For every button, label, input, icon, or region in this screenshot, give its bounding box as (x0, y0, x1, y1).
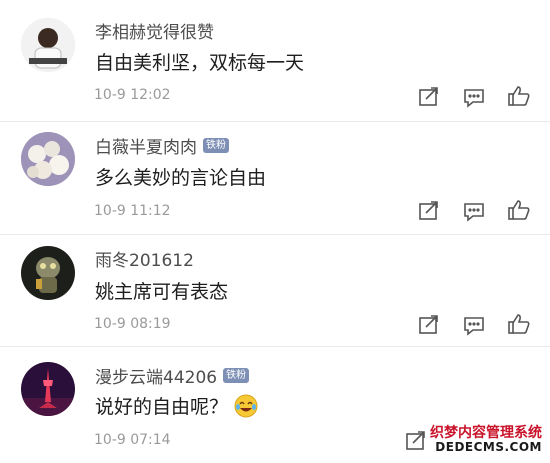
watermark-domain: DEDECMS.COM (435, 440, 542, 455)
like-icon[interactable] (507, 84, 531, 108)
comment-text: 多么美妙的言论自由 (95, 167, 267, 189)
comment-item: 李相赫觉得很赞 自由美利坚，双标每一天 10-9 12:02 (0, 0, 550, 121)
comment-text: 姚主席可有表态 (95, 281, 229, 303)
comment-icon[interactable] (462, 199, 486, 223)
like-icon[interactable] (507, 198, 531, 222)
repost-icon[interactable] (417, 313, 441, 337)
comment-item: 雨冬201612 姚主席可有表态 10-9 08:19 (0, 234, 550, 346)
avatar[interactable] (21, 362, 75, 416)
avatar[interactable] (21, 132, 75, 186)
repost-icon[interactable] (417, 199, 441, 223)
like-icon[interactable] (507, 312, 531, 336)
comment-item: 白薇半夏肉肉 铁粉 多么美妙的言论自由 10-9 11:12 (0, 121, 550, 234)
watermark-title: 织梦内容管理系统 (430, 425, 542, 442)
timestamp: 10-9 11:12 (94, 203, 171, 219)
username[interactable]: 李相赫觉得很赞 (95, 18, 214, 43)
repost-icon[interactable] (417, 85, 441, 109)
watermark: 织梦内容管理系统 DEDECMS.COM (430, 425, 542, 455)
laughing-crying-emoji (234, 394, 258, 418)
username[interactable]: 白薇半夏肉肉 (95, 133, 197, 158)
fan-badge: 铁粉 (223, 368, 250, 383)
avatar[interactable] (21, 246, 75, 300)
timestamp: 10-9 12:02 (94, 87, 171, 103)
repost-icon[interactable] (404, 429, 428, 453)
username[interactable]: 雨冬201612 (95, 246, 194, 271)
comment-icon[interactable] (462, 313, 486, 337)
timestamp: 10-9 08:19 (94, 316, 171, 332)
comment-text: 自由美利坚，双标每一天 (95, 52, 305, 74)
comment-icon[interactable] (462, 85, 486, 109)
avatar[interactable] (21, 18, 75, 72)
fan-badge: 铁粉 (203, 138, 229, 153)
timestamp: 10-9 07:14 (94, 432, 171, 448)
username[interactable]: 漫步云端44206 (95, 363, 217, 388)
comment-text: 说好的自由呢？ (95, 396, 229, 418)
